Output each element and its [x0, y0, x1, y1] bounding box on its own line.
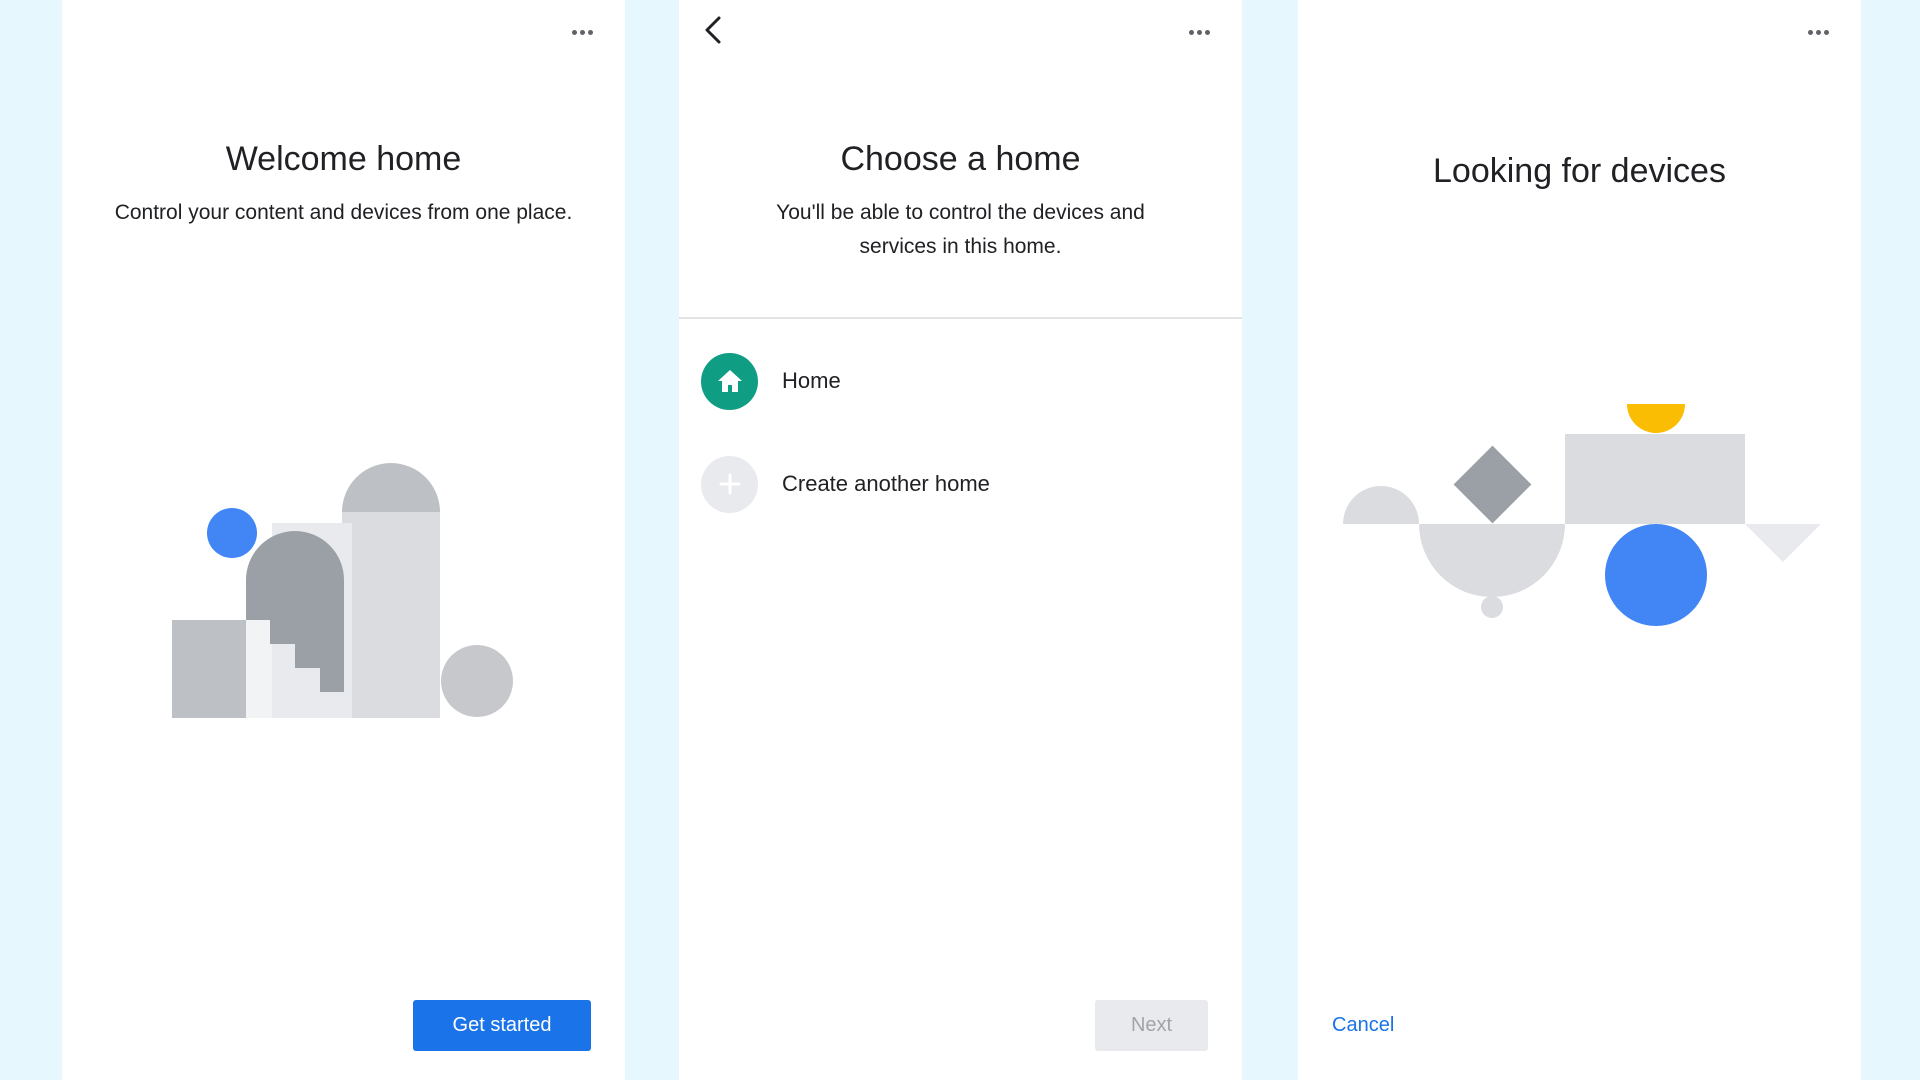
page-subtitle: You'll be able to control the devices an… — [776, 201, 1145, 258]
more-options-icon[interactable] — [565, 20, 599, 44]
dot — [571, 29, 577, 35]
searching-illustration — [1343, 404, 1821, 626]
home-list-item[interactable]: Home — [701, 351, 1221, 411]
create-home-list-item[interactable]: Create another home — [701, 454, 1221, 514]
dot — [1807, 29, 1813, 35]
looking-for-devices-screen: Looking for devices Cancel — [1298, 0, 1861, 1080]
choose-home-screen: Choose a home You'll be able to control … — [679, 0, 1242, 1080]
page-title: Looking for devices — [1433, 152, 1726, 190]
gray-ball-shape — [441, 645, 513, 717]
left-square-shape — [172, 620, 246, 718]
small-ball-shape — [1481, 596, 1503, 618]
next-button[interactable]: Next — [1095, 1000, 1208, 1051]
more-options-icon[interactable] — [1801, 20, 1835, 44]
stair-step-shape — [246, 620, 272, 718]
home-label: Home — [782, 368, 841, 393]
page-title: Welcome home — [225, 140, 462, 178]
dome-shape — [342, 463, 440, 512]
blue-circle-shape — [1605, 524, 1707, 626]
dot — [1823, 29, 1829, 35]
more-options-icon[interactable] — [1182, 20, 1216, 44]
yellow-half-shape — [1627, 404, 1685, 433]
dot — [1815, 29, 1821, 35]
page-title: Choose a home — [840, 140, 1081, 178]
dot — [587, 29, 593, 35]
dot — [1204, 29, 1210, 35]
triangle-shape — [1745, 524, 1821, 562]
dot — [579, 29, 585, 35]
get-started-button[interactable]: Get started — [413, 1000, 591, 1051]
half-dome-shape — [1343, 486, 1419, 524]
tall-column-shape — [342, 510, 440, 718]
rectangle-shape — [1565, 434, 1745, 524]
create-home-label: Create another home — [782, 471, 990, 496]
bowl-shape — [1419, 524, 1565, 597]
diamond-shape — [1453, 445, 1532, 524]
divider — [679, 317, 1242, 319]
cancel-button[interactable]: Cancel — [1332, 1000, 1394, 1051]
house-icon — [701, 352, 758, 410]
plus-icon — [701, 455, 758, 513]
home-illustration — [172, 463, 513, 718]
page-subtitle: Control your content and devices from on… — [114, 201, 573, 224]
dot — [1188, 29, 1194, 35]
welcome-screen: Welcome home Control your content and de… — [62, 0, 625, 1080]
chevron-left-icon[interactable] — [699, 14, 729, 46]
dot — [1196, 29, 1202, 35]
blue-ball-shape — [207, 508, 257, 558]
